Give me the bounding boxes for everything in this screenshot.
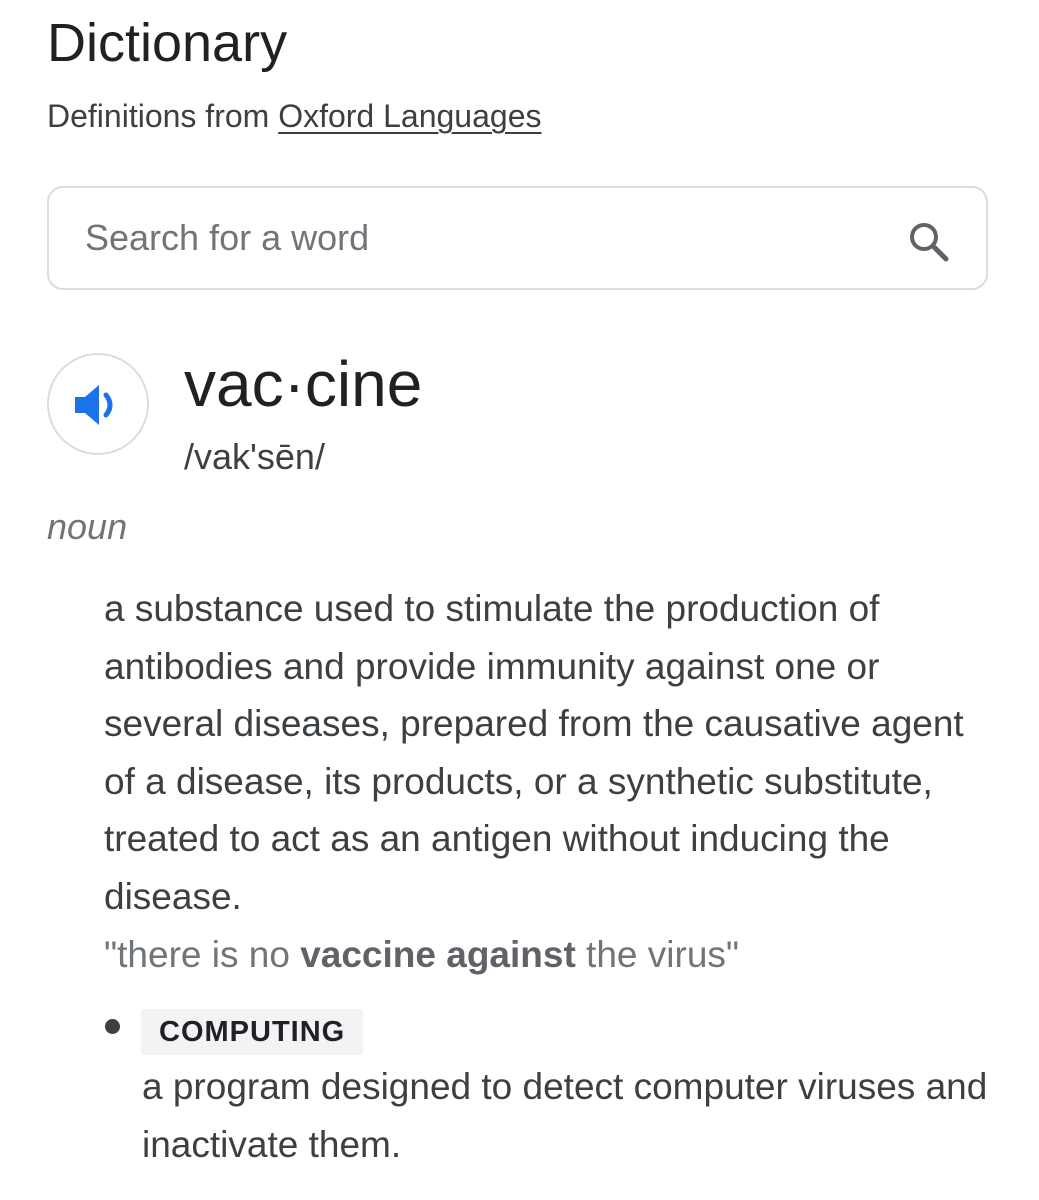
pronunciation: /vak'sēn/ (184, 436, 325, 477)
source-line: Definitions from Oxford Languages (47, 96, 541, 136)
page-title: Dictionary (47, 13, 288, 73)
oxford-languages-link[interactable]: Oxford Languages (278, 98, 541, 134)
part-of-speech: noun (47, 506, 128, 547)
dictionary-card: Dictionary Definitions from Oxford Langu… (0, 0, 1039, 1200)
example-close: the virus" (575, 934, 740, 975)
example-sentence: "there is no vaccine against the virus" (104, 926, 994, 984)
speaker-icon (75, 385, 113, 425)
example-open: "there is no (104, 934, 301, 975)
bullet-icon (105, 1019, 120, 1034)
search-icon[interactable] (907, 220, 951, 264)
source-prefix: Definitions from (47, 98, 270, 134)
search-box[interactable] (47, 186, 988, 290)
definition-text: a substance used to stimulate the produc… (104, 588, 964, 917)
sub-definition-text: a program designed to detect computer vi… (142, 1066, 988, 1165)
example-bold: vaccine against (300, 934, 576, 975)
subject-label-badge: COMPUTING (141, 1009, 364, 1055)
headword: vac·cine (184, 348, 423, 420)
search-input[interactable] (85, 206, 865, 270)
pronunciation-audio-button[interactable] (47, 353, 149, 455)
